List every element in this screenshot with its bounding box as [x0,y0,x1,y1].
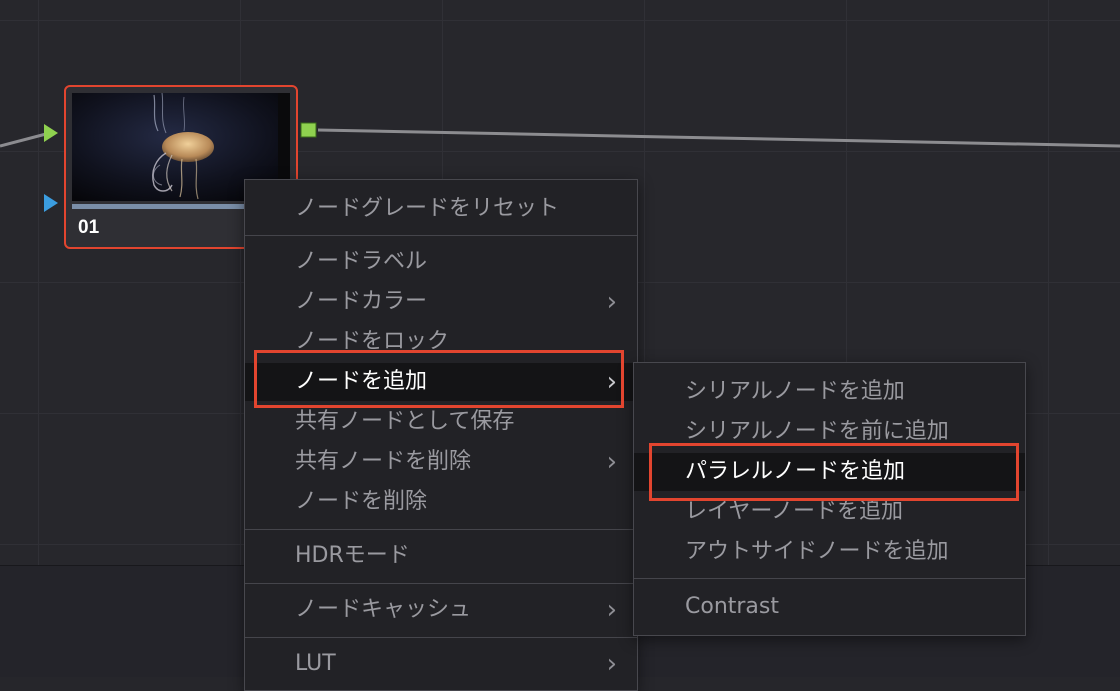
menu-item-label: シリアルノードを前に追加 [685,419,949,444]
node-number: 01 [78,217,100,238]
menu-item-add-node[interactable]: ノードを追加 › [245,363,637,401]
chevron-right-icon: › [606,447,617,477]
menu-item-label: 共有ノードを削除 [295,449,472,474]
menu-item-node-label[interactable]: ノードラベル [245,243,637,281]
menu-separator [245,637,637,638]
menu-item-label: レイヤーノードを追加 [685,499,904,524]
submenu-item-contrast[interactable]: Contrast [634,588,1025,626]
menu-item-node-cache[interactable]: ノードキャッシュ › [245,591,637,629]
menu-item-label: ノードを削除 [295,489,428,514]
menu-item-label: ノードグレードをリセット [295,196,560,221]
menu-item-reset-node-grade[interactable]: ノードグレードをリセット [245,190,637,228]
menu-item-lock-node[interactable]: ノードをロック [245,323,637,361]
add-node-submenu: シリアルノードを追加 シリアルノードを前に追加 パラレルノードを追加 レイヤーノ… [633,362,1026,636]
menu-item-label: LUT [295,651,336,676]
menu-separator [245,583,637,584]
menu-item-label: ノードラベル [295,249,428,274]
menu-item-label: ノードキャッシュ [295,597,472,622]
menu-item-label: HDRモード [295,543,410,568]
menu-item-node-color[interactable]: ノードカラー › [245,283,637,321]
submenu-item-add-parallel-node[interactable]: パラレルノードを追加 [634,453,1025,491]
submenu-item-add-serial-node[interactable]: シリアルノードを追加 [634,373,1025,411]
submenu-item-add-serial-node-before[interactable]: シリアルノードを前に追加 [634,413,1025,451]
menu-item-hdr-mode[interactable]: HDRモード [245,537,637,575]
chevron-right-icon: › [606,595,617,625]
menu-item-lut[interactable]: LUT › [245,645,637,683]
menu-item-label: シリアルノードを追加 [685,379,905,404]
menu-separator [245,235,637,236]
chevron-right-icon: › [606,649,617,679]
menu-separator [634,578,1025,579]
menu-item-save-shared-node[interactable]: 共有ノードとして保存 [245,403,637,441]
submenu-item-add-outside-node[interactable]: アウトサイドノードを追加 [634,533,1025,571]
chevron-right-icon: › [606,287,617,317]
menu-separator [245,529,637,530]
submenu-item-add-layer-node[interactable]: レイヤーノードを追加 [634,493,1025,531]
menu-item-delete-shared-node[interactable]: 共有ノードを削除 › [245,443,637,481]
menu-item-label: 共有ノードとして保存 [295,409,515,434]
menu-item-label: Contrast [685,594,780,619]
chevron-right-icon: › [606,367,617,397]
menu-item-label: ノードを追加 [295,369,428,394]
context-menu: ノードグレードをリセット ノードラベル ノードカラー › ノードをロック ノードを… [244,179,638,691]
menu-item-label: アウトサイドノードを追加 [685,539,949,564]
menu-item-delete-node[interactable]: ノードを削除 [245,483,637,521]
menu-item-label: パラレルノードを追加 [685,459,906,484]
menu-item-label: ノードカラー [295,289,428,314]
menu-item-label: ノードをロック [295,329,450,354]
